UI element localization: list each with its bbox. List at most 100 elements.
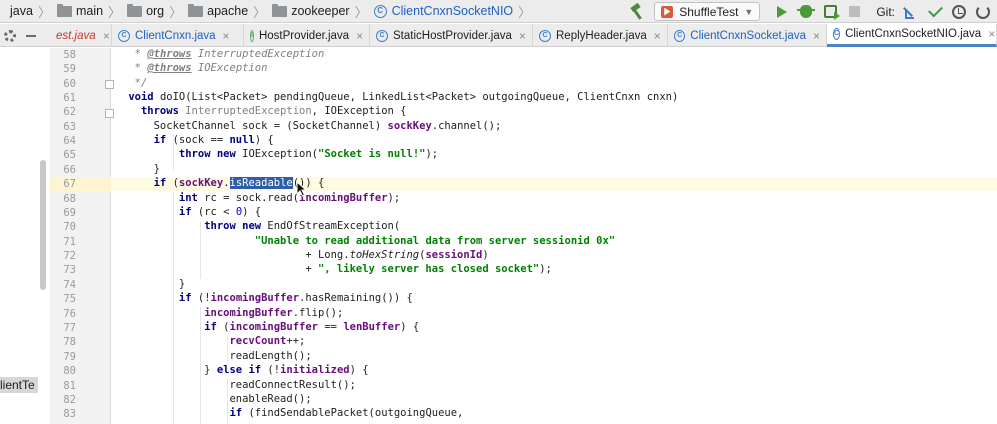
code-line: } <box>122 278 186 290</box>
breadcrumb-label: main <box>75 4 104 18</box>
tab-test-java[interactable]: est.java × <box>50 24 112 47</box>
line-number: 58 <box>63 49 76 61</box>
tab-label: ClientCnxn.java <box>135 29 216 42</box>
close-icon[interactable]: × <box>223 29 230 43</box>
code-line: if (findSendablePacket(outgoingQueue, <box>229 407 464 419</box>
coverage-icon <box>823 5 840 20</box>
chevron-right-icon: 〉 <box>108 4 122 20</box>
code-line: if (!incomingBuffer.hasRemaining()) { <box>178 292 413 304</box>
code-line: void doIO(List<Packet> pendingQueue, Lin… <box>128 91 679 103</box>
update-arrow-icon <box>904 5 918 19</box>
chevron-right-icon: 〉 <box>169 4 183 20</box>
git-update-button[interactable] <box>901 2 921 22</box>
code-line: * @throws IOException <box>134 62 268 74</box>
tab-label: ClientCnxnSocketNIO.java <box>845 28 982 40</box>
tab-label: StaticHostProvider.java <box>393 29 512 42</box>
close-icon[interactable]: × <box>356 29 363 43</box>
code-line: throw new IOException("Socket is null!")… <box>178 148 439 160</box>
folder-icon <box>127 3 143 17</box>
line-number: 82 <box>63 394 76 406</box>
bug-icon <box>797 5 816 18</box>
close-icon[interactable]: × <box>654 29 661 43</box>
line-number: 80 <box>63 365 76 377</box>
line-number: 81 <box>63 380 76 392</box>
class-icon: C <box>833 28 841 40</box>
line-number: 67 <box>63 178 76 190</box>
breadcrumb-label: apache <box>207 4 249 18</box>
line-number: 59 <box>63 63 76 75</box>
code-line: incomingBuffer.flip(); <box>204 307 344 319</box>
code-line: + Long.toHexString(sessionId) <box>122 249 489 261</box>
breadcrumb-java[interactable]: java 〉 <box>0 0 57 23</box>
build-hammer-icon[interactable] <box>628 3 646 21</box>
tab-hostprovider[interactable]: I HostProvider.java × <box>244 24 370 47</box>
close-icon[interactable]: × <box>988 27 995 41</box>
tab-statichostprovider[interactable]: C StaticHostProvider.java × <box>370 24 533 47</box>
class-icon: C <box>376 29 388 42</box>
line-number: 76 <box>63 308 76 320</box>
tab-label: ReplyHeader.java <box>556 29 647 42</box>
run-with-coverage-button[interactable] <box>820 2 840 22</box>
code-line: */ <box>134 77 148 89</box>
clock-icon <box>952 4 966 19</box>
breadcrumb-label: ClientCnxnSocketNIO <box>391 4 514 18</box>
selected-text: isReadable <box>229 177 293 189</box>
close-icon[interactable]: × <box>103 29 110 43</box>
breadcrumb-main[interactable]: main 〉 <box>56 0 127 23</box>
class-icon: C <box>674 29 686 42</box>
breadcrumb-zookeeper[interactable]: zookeeper 〉 <box>272 0 373 23</box>
close-icon[interactable]: × <box>813 29 820 43</box>
close-icon[interactable]: × <box>519 29 526 43</box>
git-revert-button[interactable] <box>973 2 993 22</box>
toolbar: ShuffleTest ▼ Git: <box>628 0 997 23</box>
line-number: 75 <box>63 293 76 305</box>
git-history-button[interactable] <box>949 2 969 22</box>
line-number: 60 <box>63 78 76 90</box>
checkmark-icon <box>927 2 943 17</box>
play-icon <box>777 5 788 18</box>
run-button[interactable] <box>772 2 792 22</box>
fold-marker[interactable] <box>105 80 114 89</box>
line-number: 79 <box>63 351 76 363</box>
line-number: 71 <box>63 236 76 248</box>
project-scrollbar[interactable] <box>40 160 46 290</box>
tab-clientcnxn[interactable]: C ClientCnxn.java × <box>112 24 244 47</box>
stop-button[interactable] <box>844 2 864 22</box>
breadcrumb-org[interactable]: org 〉 <box>127 0 188 23</box>
test-config-icon <box>661 5 674 18</box>
tab-replyheader[interactable]: C ReplyHeader.java × <box>533 24 668 47</box>
debug-button[interactable] <box>796 2 816 22</box>
code-line: if (incomingBuffer == lenBuffer) { <box>204 321 420 333</box>
fold-marker[interactable] <box>105 109 114 118</box>
code-line: } else if (!initialized) { <box>122 364 369 376</box>
tab-clientcnxnsocket[interactable]: C ClientCnxnSocket.java × <box>668 24 827 47</box>
tab-label: HostProvider.java <box>258 29 350 42</box>
git-commit-button[interactable] <box>925 2 945 22</box>
breadcrumb-class[interactable]: C ClientCnxnSocketNIO 〉 <box>373 0 538 23</box>
line-number: 62 <box>63 106 76 118</box>
code-line: int rc = sock.read(incomingBuffer); <box>178 192 401 204</box>
project-tree-item[interactable]: lientTe <box>0 377 38 393</box>
tab-clientcnxnsocketnio[interactable]: C ClientCnxnSocketNIO.java × <box>827 24 997 47</box>
line-number: 66 <box>63 164 76 176</box>
folder-icon <box>56 3 72 17</box>
run-configuration-dropdown[interactable]: ShuffleTest ▼ <box>654 2 761 21</box>
chevron-right-icon: 〉 <box>354 4 368 20</box>
code-line: * @throws InterruptedException <box>134 48 325 60</box>
code-line: readConnectResult(); <box>122 379 356 391</box>
line-number: 83 <box>63 408 76 420</box>
gear-icon[interactable] <box>4 29 16 42</box>
breadcrumb-apache[interactable]: apache 〉 <box>188 0 272 23</box>
code-line: recvCount++; <box>229 335 306 347</box>
git-label: Git: <box>876 4 895 19</box>
breadcrumb-label: java <box>10 4 33 18</box>
folder-icon <box>272 3 288 17</box>
line-number: 65 <box>63 149 76 161</box>
interface-icon: I <box>250 29 254 42</box>
code-line: readLength(); <box>122 350 312 362</box>
minimize-icon[interactable] <box>26 34 36 37</box>
chevron-right-icon: 〉 <box>37 4 51 20</box>
code-line: + ", likely server has closed socket"); <box>122 263 552 275</box>
line-number: 63 <box>63 121 76 133</box>
project-tool-window <box>0 48 36 424</box>
